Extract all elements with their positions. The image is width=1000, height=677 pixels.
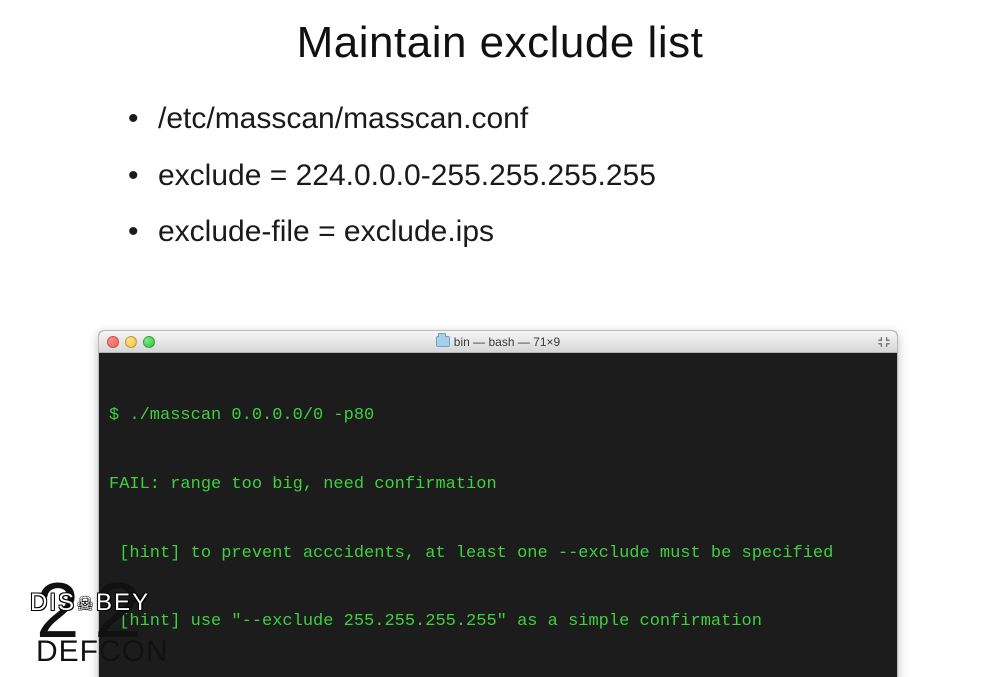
terminal-line: [hint] use "--exclude 255.255.255.255" a… <box>109 611 887 634</box>
terminal-window: bin — bash — 71×9 $ ./masscan 0.0.0.0/0 … <box>98 330 898 677</box>
close-icon[interactable] <box>107 336 119 348</box>
terminal-line: [hint] to prevent acccidents, at least o… <box>109 543 887 566</box>
terminal-line: FAIL: range too big, need confirmation <box>109 474 887 497</box>
terminal-line: $ ./masscan 0.0.0.0/0 -p80 <box>109 405 887 428</box>
bullet-item: exclude-file = exclude.ips <box>128 209 1000 256</box>
logo-disobey: DIS☠BEY <box>30 589 150 617</box>
bullet-list: /etc/masscan/masscan.conf exclude = 224.… <box>128 96 1000 256</box>
window-traffic-lights <box>99 336 155 348</box>
slide-title: Maintain exclude list <box>0 18 1000 68</box>
bullet-item: /etc/masscan/masscan.conf <box>128 96 1000 143</box>
zoom-icon[interactable] <box>143 336 155 348</box>
terminal-titlebar: bin — bash — 71×9 <box>99 331 897 353</box>
window-title-group: bin — bash — 71×9 <box>99 331 897 353</box>
skull-icon: ☠ <box>76 594 96 615</box>
slide: Maintain exclude list /etc/masscan/massc… <box>0 0 1000 677</box>
terminal-body: $ ./masscan 0.0.0.0/0 -p80 FAIL: range t… <box>99 353 897 677</box>
minimize-icon[interactable] <box>125 336 137 348</box>
folder-icon <box>436 336 450 347</box>
logo-shapes: 2 2 DIS☠BEY <box>36 573 196 641</box>
expand-icon[interactable] <box>877 335 891 349</box>
bullet-item: exclude = 224.0.0.0-255.255.255.255 <box>128 153 1000 200</box>
defcon-logo: 2 2 DIS☠BEY DEFCON <box>36 573 196 669</box>
window-title: bin — bash — 71×9 <box>454 335 560 349</box>
